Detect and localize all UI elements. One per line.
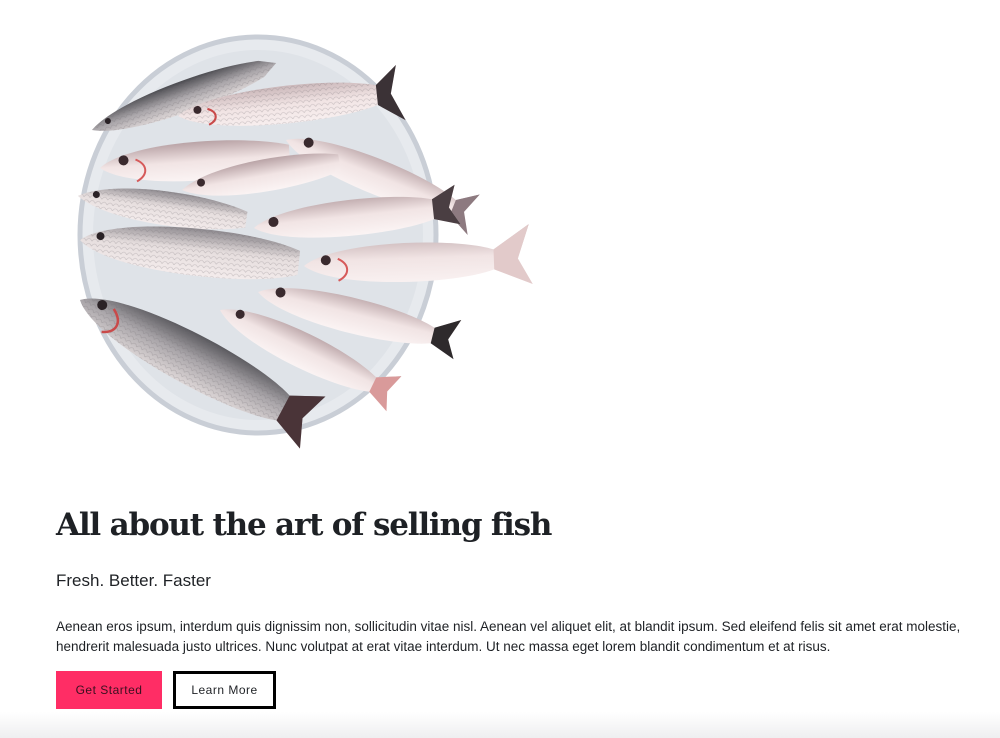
page-subtitle: Fresh. Better. Faster <box>56 571 211 590</box>
page-title: All about the art of selling fish <box>56 507 552 543</box>
intro-paragraph: Aenean eros ipsum, interdum quis digniss… <box>56 619 961 654</box>
get-started-button[interactable]: Get Started <box>56 671 162 709</box>
fish-plate-image <box>77 34 533 449</box>
page-bottom-edge <box>0 712 1000 738</box>
learn-more-button[interactable]: Learn More <box>173 671 276 709</box>
